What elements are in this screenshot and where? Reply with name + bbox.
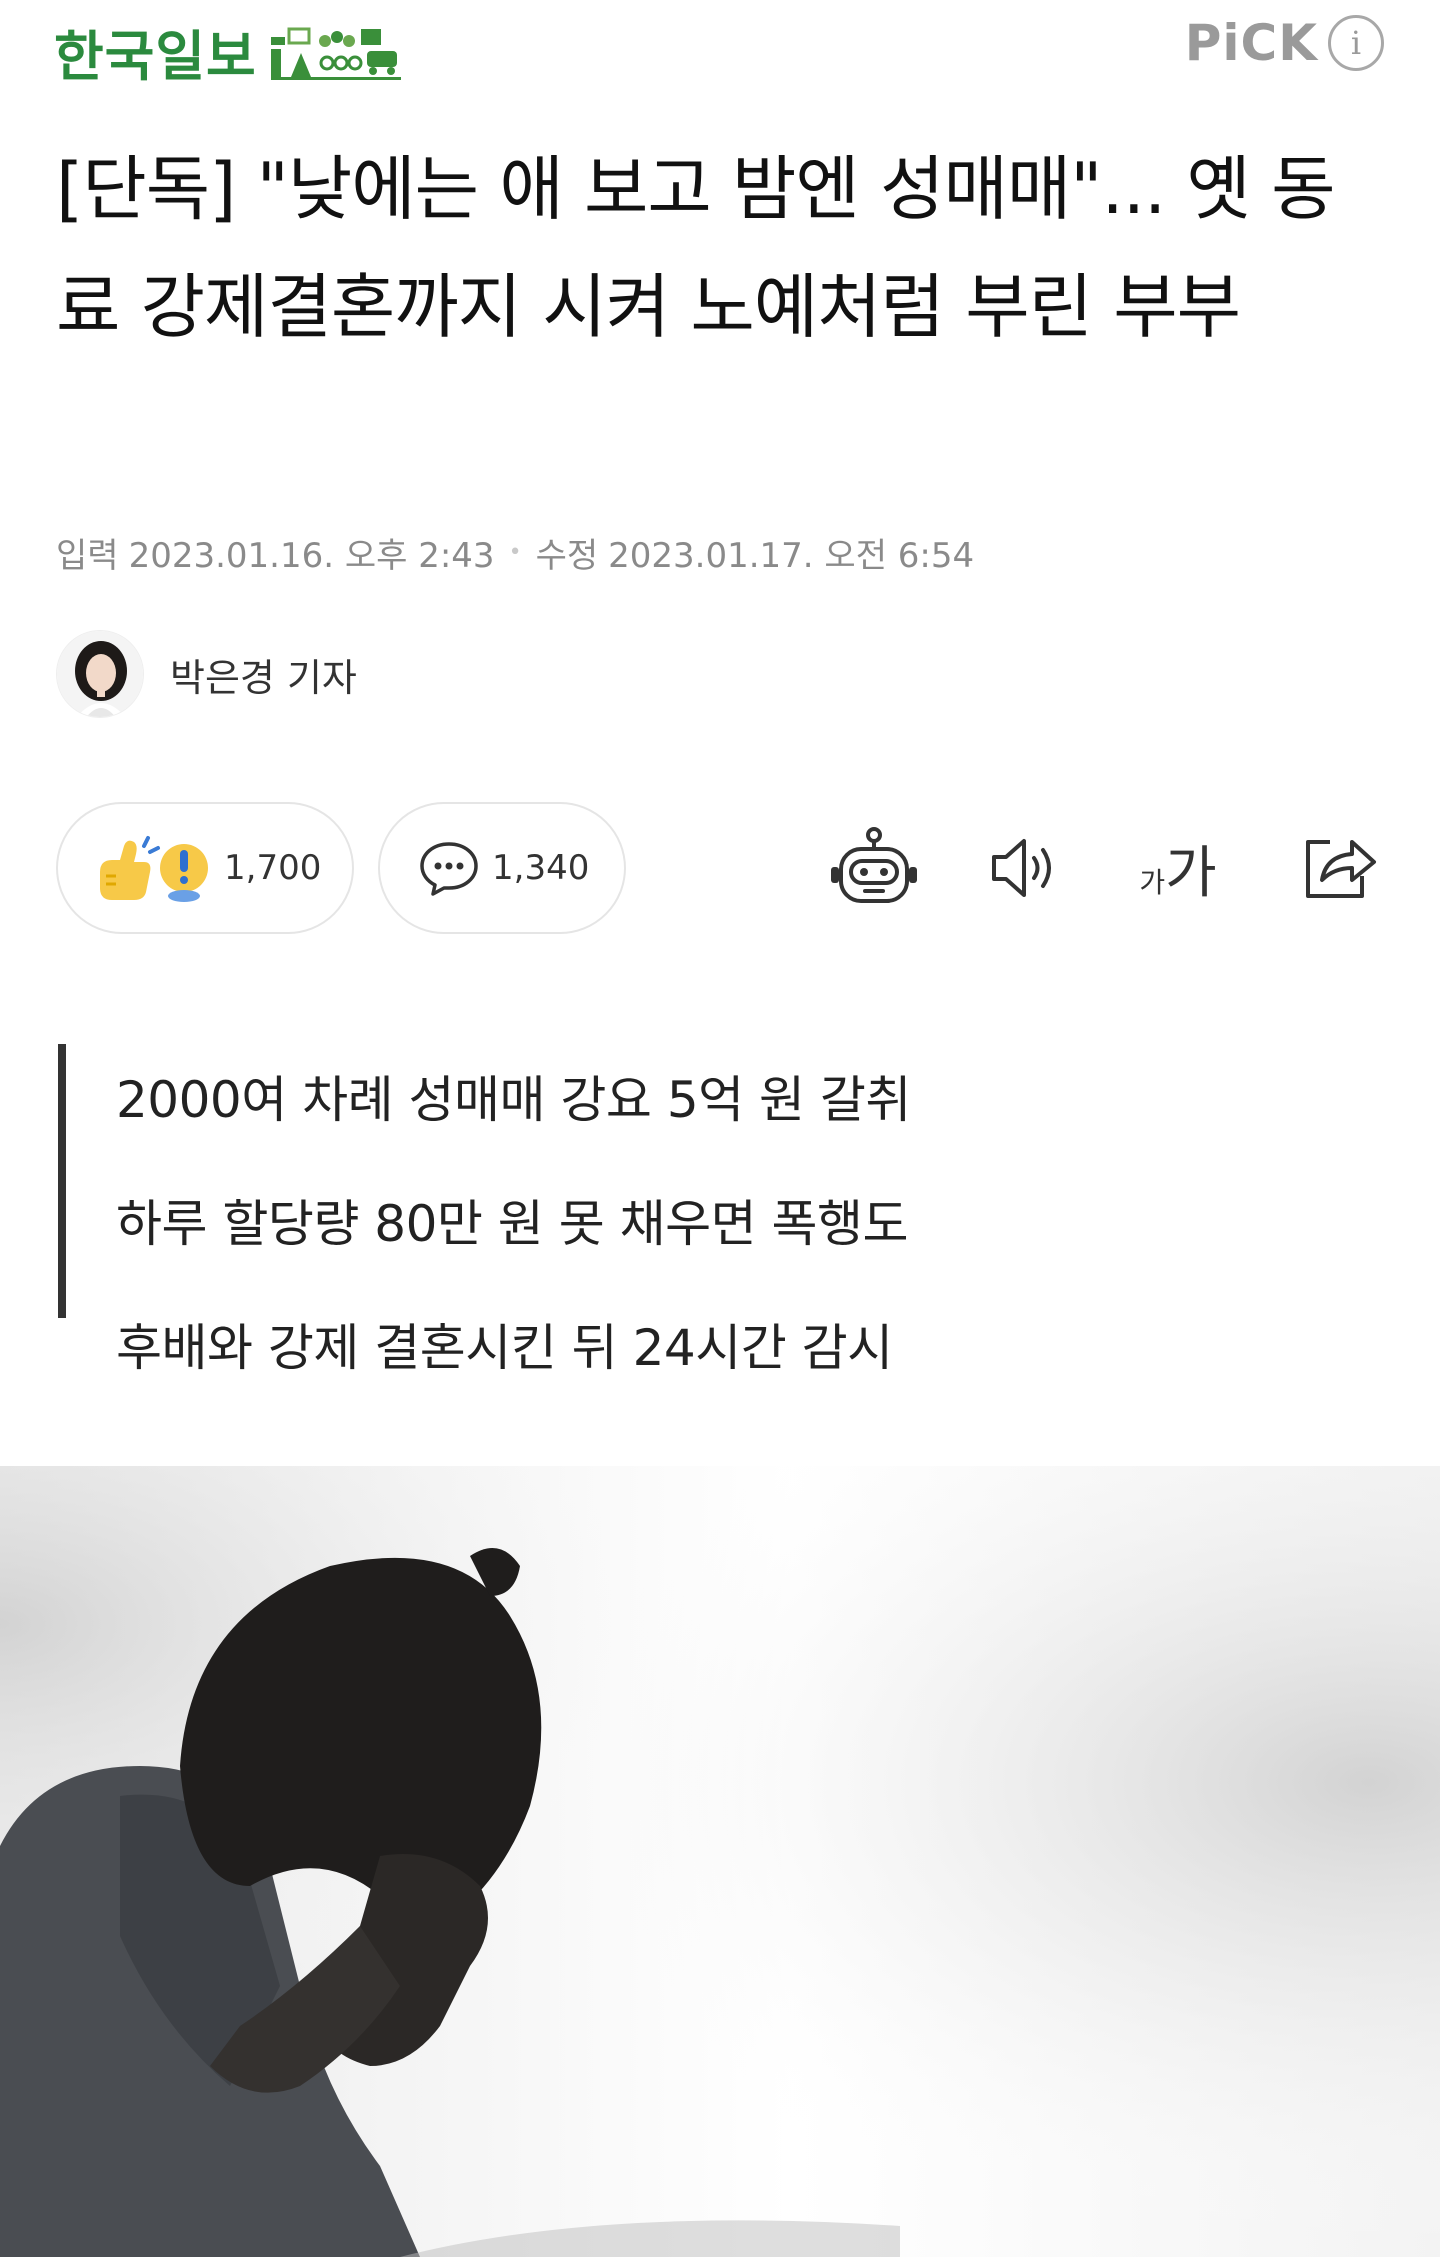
article-meta: 입력 2023.01.16. 오후 2:43 • 수정 2023.01.17. … xyxy=(56,528,974,577)
updated-label: 수정 xyxy=(535,536,599,576)
font-size-big: 가 xyxy=(1165,840,1217,906)
share-button[interactable] xyxy=(1290,818,1390,918)
font-size-icon: 가가 xyxy=(1139,828,1216,909)
pick-label: PiCK xyxy=(1184,14,1318,72)
brand-logo-icon xyxy=(270,27,401,80)
font-size-small: 가 xyxy=(1139,865,1166,899)
summary-item: 하루 할당량 80만 원 못 채우면 폭행도 xyxy=(116,1195,908,1253)
updated-date: 2023.01.17. 오전 6:54 xyxy=(608,536,975,576)
brand[interactable]: 한국일보 xyxy=(54,12,401,91)
published-label: 입력 xyxy=(56,536,119,576)
comment-icon xyxy=(420,842,478,896)
listen-button[interactable] xyxy=(978,818,1078,918)
comment-count: 1,340 xyxy=(492,848,590,888)
meta-separator: • xyxy=(508,540,522,565)
reaction-emoji-icon xyxy=(100,836,208,902)
summary-list: 2000여 차례 성매매 강요 5억 원 갈취 하루 할당량 80만 원 못 채… xyxy=(116,1038,911,1410)
font-size-button[interactable]: 가가 xyxy=(1128,818,1228,918)
reaction-button[interactable]: 1,700 xyxy=(56,802,354,934)
brand-name: 한국일보 xyxy=(54,25,257,88)
article-photo xyxy=(0,1466,1440,2257)
reaction-count: 1,700 xyxy=(224,848,322,888)
avatar xyxy=(56,630,144,718)
robot-summary-icon xyxy=(831,827,917,903)
share-icon xyxy=(1306,840,1376,898)
summary-item: 후배와 강제 결혼시킨 뒤 24시간 감시 xyxy=(116,1319,893,1377)
speaker-icon xyxy=(992,839,1051,897)
comment-button[interactable]: 1,340 xyxy=(378,802,626,934)
reporter[interactable]: 박은경 기자 xyxy=(56,630,357,718)
info-icon[interactable]: i xyxy=(1328,15,1384,71)
summary-bot-button[interactable] xyxy=(824,818,924,918)
pick-badge[interactable]: PiCK i xyxy=(1185,14,1384,72)
summary-item: 2000여 차례 성매매 강요 5억 원 갈취 xyxy=(116,1071,911,1129)
reporter-name: 박은경 기자 xyxy=(170,655,357,700)
published-date: 2023.01.16. 오후 2:43 xyxy=(128,536,495,576)
header: 한국일보 PiCK i xyxy=(0,0,1440,100)
article-page: 한국일보 PiCK i [단독] "낮에는 애 보고 밤엔 성매매"... 옛 … xyxy=(0,0,1440,2257)
article-headline: [단독] "낮에는 애 보고 밤엔 성매매"... 옛 동료 강제결혼까지 시켜… xyxy=(56,148,1336,348)
article-summary: 2000여 차례 성매매 강요 5억 원 갈취 하루 할당량 80만 원 못 채… xyxy=(58,1044,1358,1377)
summary-bar xyxy=(58,1044,66,1318)
